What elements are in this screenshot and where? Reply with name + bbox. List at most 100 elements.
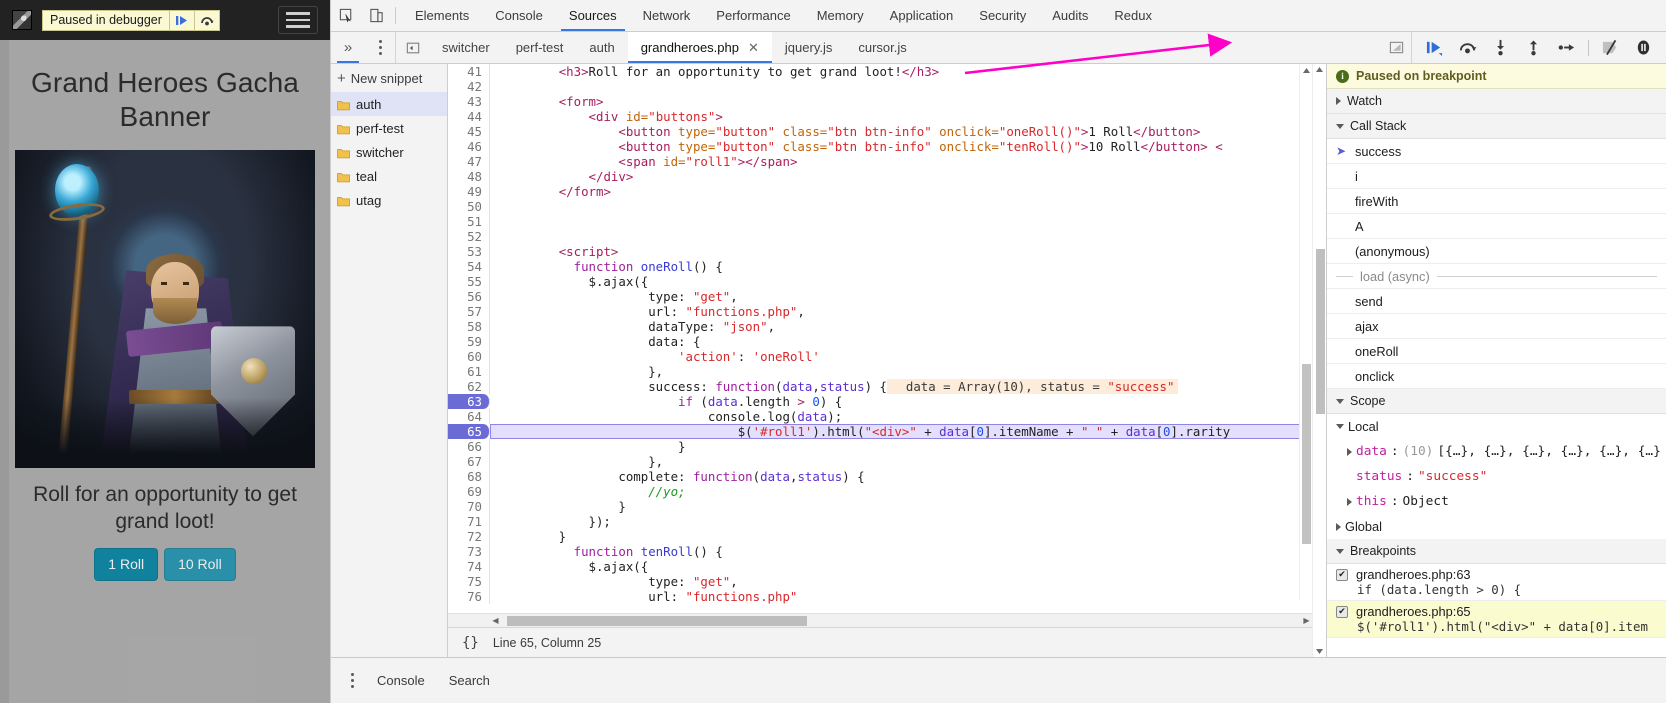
drawer-more-icon[interactable] (339, 679, 365, 682)
editor-outer-scrollbar[interactable] (1312, 64, 1326, 657)
breakpoint-row[interactable]: ✔ grandheroes.php:63 if (data.length > 0) … (1327, 564, 1666, 601)
code-text[interactable]: <form> (490, 94, 1312, 109)
code-line[interactable]: 67 }, (448, 454, 1312, 469)
drawer-tab-search[interactable]: Search (437, 673, 502, 688)
hamburger-menu-icon[interactable] (278, 6, 318, 34)
code-line[interactable]: 60 'action': 'oneRoll' (448, 349, 1312, 364)
tab-elements[interactable]: Elements (402, 0, 482, 31)
one-roll-button[interactable]: 1 Roll (94, 547, 159, 581)
line-number[interactable]: 61 (448, 364, 490, 379)
line-number[interactable]: 63 (448, 394, 490, 409)
line-number[interactable]: 49 (448, 184, 490, 199)
line-number[interactable]: 47 (448, 154, 490, 169)
overlay-step-over-icon[interactable] (193, 9, 219, 31)
code-text[interactable]: function oneRoll() { (490, 259, 1312, 274)
code-line[interactable]: 62 success: function(data,status) { data… (448, 379, 1312, 394)
code-text[interactable]: //yo; (490, 484, 1312, 499)
line-number[interactable]: 44 (448, 109, 490, 124)
code-text[interactable]: }); (490, 514, 1312, 529)
device-toolbar-icon[interactable] (361, 0, 391, 31)
code-text[interactable]: }, (490, 454, 1312, 469)
line-number[interactable]: 58 (448, 319, 490, 334)
code-line[interactable]: 41 <h3>Roll for an opportunity to get gr… (448, 64, 1312, 79)
code-line[interactable]: 59 data: { (448, 334, 1312, 349)
call-stack-item[interactable]: oneRoll (1327, 339, 1666, 364)
scroll-up-icon[interactable] (1313, 64, 1326, 76)
drawer-tab-console[interactable]: Console (365, 673, 437, 688)
line-number[interactable]: 41 (448, 64, 490, 79)
code-line[interactable]: 66 } (448, 439, 1312, 454)
code-text[interactable]: </form> (490, 184, 1312, 199)
ten-roll-button[interactable]: 10 Roll (164, 547, 236, 581)
code-line[interactable]: 43 <form> (448, 94, 1312, 109)
line-number[interactable]: 62 (448, 379, 490, 394)
call-stack-item[interactable]: A (1327, 214, 1666, 239)
code-text[interactable]: $('#roll1').html("<div>" + data[0].itemN… (490, 424, 1312, 439)
code-text[interactable]: <div id="buttons"> (490, 109, 1312, 124)
code-text[interactable]: type: "get", (490, 574, 1312, 589)
line-number[interactable]: 43 (448, 94, 490, 109)
line-number[interactable]: 51 (448, 214, 490, 229)
code-text[interactable]: $.ajax({ (490, 274, 1312, 289)
nav-item-teal[interactable]: teal (331, 164, 447, 188)
scope-row[interactable]: data: (10) [{…}, {…}, {…}, {…}, {…}, {…} (1327, 439, 1666, 464)
code-line[interactable]: 63 if (data.length > 0) { (448, 394, 1312, 409)
more-panels-chevron-icon[interactable]: » (331, 32, 365, 63)
code-text[interactable]: } (490, 439, 1312, 454)
code-line[interactable]: 68 complete: function(data,status) { (448, 469, 1312, 484)
line-number[interactable]: 65 (448, 424, 490, 439)
editor-horizontal-scrollbar[interactable]: ◀ ▶ (448, 613, 1312, 627)
code-line[interactable]: 58 dataType: "json", (448, 319, 1312, 334)
step-over-button[interactable] (1451, 32, 1484, 63)
new-snippet-button[interactable]: + New snippet (331, 64, 447, 92)
line-number[interactable]: 46 (448, 139, 490, 154)
scope-row[interactable]: Global (1327, 514, 1666, 539)
breakpoint-row[interactable]: ✔ grandheroes.php:65 $('#roll1').html("<di… (1327, 601, 1666, 638)
line-number[interactable]: 59 (448, 334, 490, 349)
line-number[interactable]: 64 (448, 409, 490, 424)
tab-performance[interactable]: Performance (703, 0, 803, 31)
code-line[interactable]: 51 (448, 214, 1312, 229)
step-into-button[interactable] (1484, 32, 1517, 63)
source-code-editor[interactable]: 41 <h3>Roll for an opportunity to get gr… (448, 64, 1312, 613)
file-tab-jquery-js[interactable]: jquery.js (772, 32, 845, 63)
scroll-thumb[interactable] (507, 615, 807, 626)
code-text[interactable]: 'action': 'oneRoll' (490, 349, 1312, 364)
code-text[interactable]: <h3>Roll for an opportunity to get grand… (490, 64, 1312, 79)
line-number[interactable]: 52 (448, 229, 490, 244)
file-tab-auth[interactable]: auth (576, 32, 627, 63)
code-text[interactable]: dataType: "json", (490, 319, 1312, 334)
line-number[interactable]: 71 (448, 514, 490, 529)
scope-row[interactable]: this: Object (1327, 489, 1666, 514)
line-number[interactable]: 72 (448, 529, 490, 544)
code-line[interactable]: 46 <button type="button" class="btn btn-… (448, 139, 1312, 154)
scroll-up-icon[interactable] (1300, 64, 1312, 77)
code-text[interactable]: if (data.length > 0) { (490, 394, 1312, 409)
file-tab-grandheroes-php[interactable]: grandheroes.php ✕ (627, 32, 773, 63)
nav-item-auth[interactable]: auth (331, 92, 447, 116)
resume-script-execution-button[interactable] (1418, 32, 1451, 63)
tab-audits[interactable]: Audits (1039, 0, 1101, 31)
line-number[interactable]: 75 (448, 574, 490, 589)
step-button[interactable] (1550, 32, 1583, 63)
call-stack-item[interactable]: send (1327, 289, 1666, 314)
breakpoint-checkbox[interactable]: ✔ (1336, 568, 1348, 581)
breakpoints-section-header[interactable]: Breakpoints (1327, 539, 1666, 564)
call-stack-item[interactable]: i (1327, 164, 1666, 189)
code-line[interactable]: 57 url: "functions.php", (448, 304, 1312, 319)
code-text[interactable]: </div> (490, 169, 1312, 184)
show-debugger-sidebar-icon[interactable] (1381, 40, 1411, 55)
editor-vertical-scrollbar[interactable] (1299, 64, 1312, 600)
deactivate-breakpoints-button[interactable] (1594, 32, 1627, 63)
scroll-thumb[interactable] (1316, 249, 1325, 414)
code-line[interactable]: 74 $.ajax({ (448, 559, 1312, 574)
line-number[interactable]: 45 (448, 124, 490, 139)
code-line[interactable]: 54 function oneRoll() { (448, 259, 1312, 274)
code-text[interactable]: <script> (490, 244, 1312, 259)
scope-section-header[interactable]: Scope (1327, 389, 1666, 414)
code-line[interactable]: 47 <span id="roll1"></span> (448, 154, 1312, 169)
call-stack-item[interactable]: (anonymous) (1327, 239, 1666, 264)
line-number[interactable]: 60 (448, 349, 490, 364)
code-line[interactable]: 55 $.ajax({ (448, 274, 1312, 289)
line-number[interactable]: 66 (448, 439, 490, 454)
